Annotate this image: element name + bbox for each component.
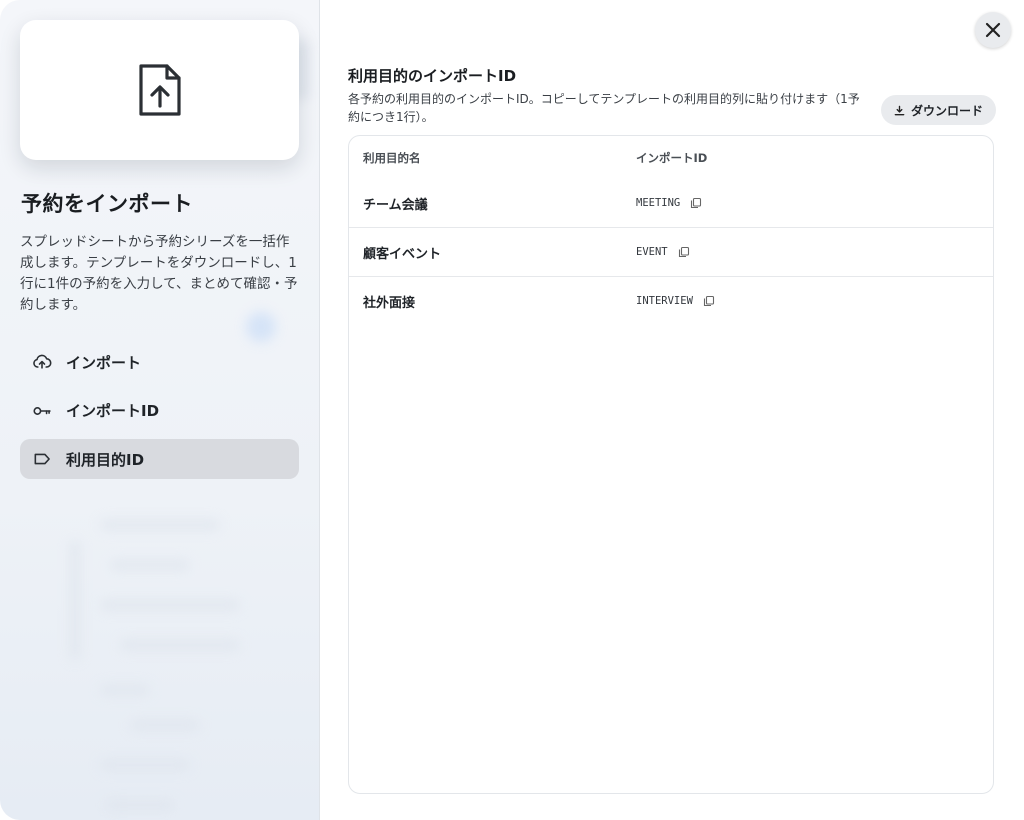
section-description: 各予約の利用目的のインポートID。コピーしてテンプレートの利用目的列に貼り付けま… — [348, 92, 860, 124]
sidebar-item-label: インポート — [66, 353, 142, 372]
table-header: 利用目的名 インポートID — [349, 136, 993, 179]
sidebar-item-import-id[interactable]: インポートID — [20, 391, 299, 431]
close-button[interactable] — [975, 12, 1011, 48]
column-header-import-id: インポートID — [636, 150, 708, 165]
main-panel: 利用目的のインポートID 各予約の利用目的のインポートID。コピーしてテンプレー… — [320, 0, 1024, 820]
copy-button[interactable] — [703, 293, 719, 309]
table-row: チーム会議 MEETING — [349, 179, 993, 228]
purpose-name: 社外面接 — [363, 295, 416, 311]
cloud-upload-icon — [33, 354, 52, 369]
copy-button[interactable] — [678, 244, 694, 260]
sidebar-item-purpose-id[interactable]: 利用目的ID — [20, 439, 299, 479]
sidebar: 予約をインポート スプレッドシートから予約シリーズを一括作成します。テンプレート… — [0, 0, 320, 820]
table-row: 顧客イベント EVENT — [349, 228, 993, 277]
import-id: EVENT — [636, 246, 668, 258]
import-id: INTERVIEW — [636, 295, 693, 307]
tag-icon — [34, 453, 50, 465]
purpose-id-table: 利用目的名 インポートID チーム会議 MEETING 顧客イベント EVENT… — [348, 135, 994, 794]
import-dialog: 予約をインポート スプレッドシートから予約シリーズを一括作成します。テンプレート… — [0, 0, 1024, 820]
sidebar-nav: インポート インポートID 利用目的ID — [20, 342, 299, 488]
column-header-purpose-name: 利用目的名 — [363, 150, 421, 165]
copy-icon — [691, 197, 702, 209]
download-button-label: ダウンロード — [910, 103, 983, 118]
copy-icon — [678, 246, 689, 258]
close-icon — [985, 22, 1001, 38]
sidebar-description: スプレッドシートから予約シリーズを一括作成します。テンプレートをダウンロードし、… — [20, 234, 298, 313]
download-button[interactable]: ダウンロード — [881, 95, 996, 125]
file-upload-icon — [138, 64, 181, 116]
import-id: MEETING — [636, 197, 681, 209]
download-icon — [894, 105, 905, 115]
purpose-name: チーム会議 — [363, 197, 428, 213]
sidebar-title: 予約をインポート — [21, 192, 193, 216]
sidebar-item-label: 利用目的ID — [66, 450, 145, 469]
sidebar-item-import[interactable]: インポート — [20, 342, 299, 382]
copy-icon — [703, 295, 714, 307]
sidebar-item-label: インポートID — [66, 402, 160, 420]
section-title: 利用目的のインポートID — [348, 67, 517, 85]
purpose-name: 顧客イベント — [363, 246, 442, 262]
table-row: 社外面接 INTERVIEW — [349, 277, 993, 325]
hero-card — [20, 20, 299, 160]
copy-button[interactable] — [690, 195, 706, 211]
key-icon — [33, 406, 51, 415]
